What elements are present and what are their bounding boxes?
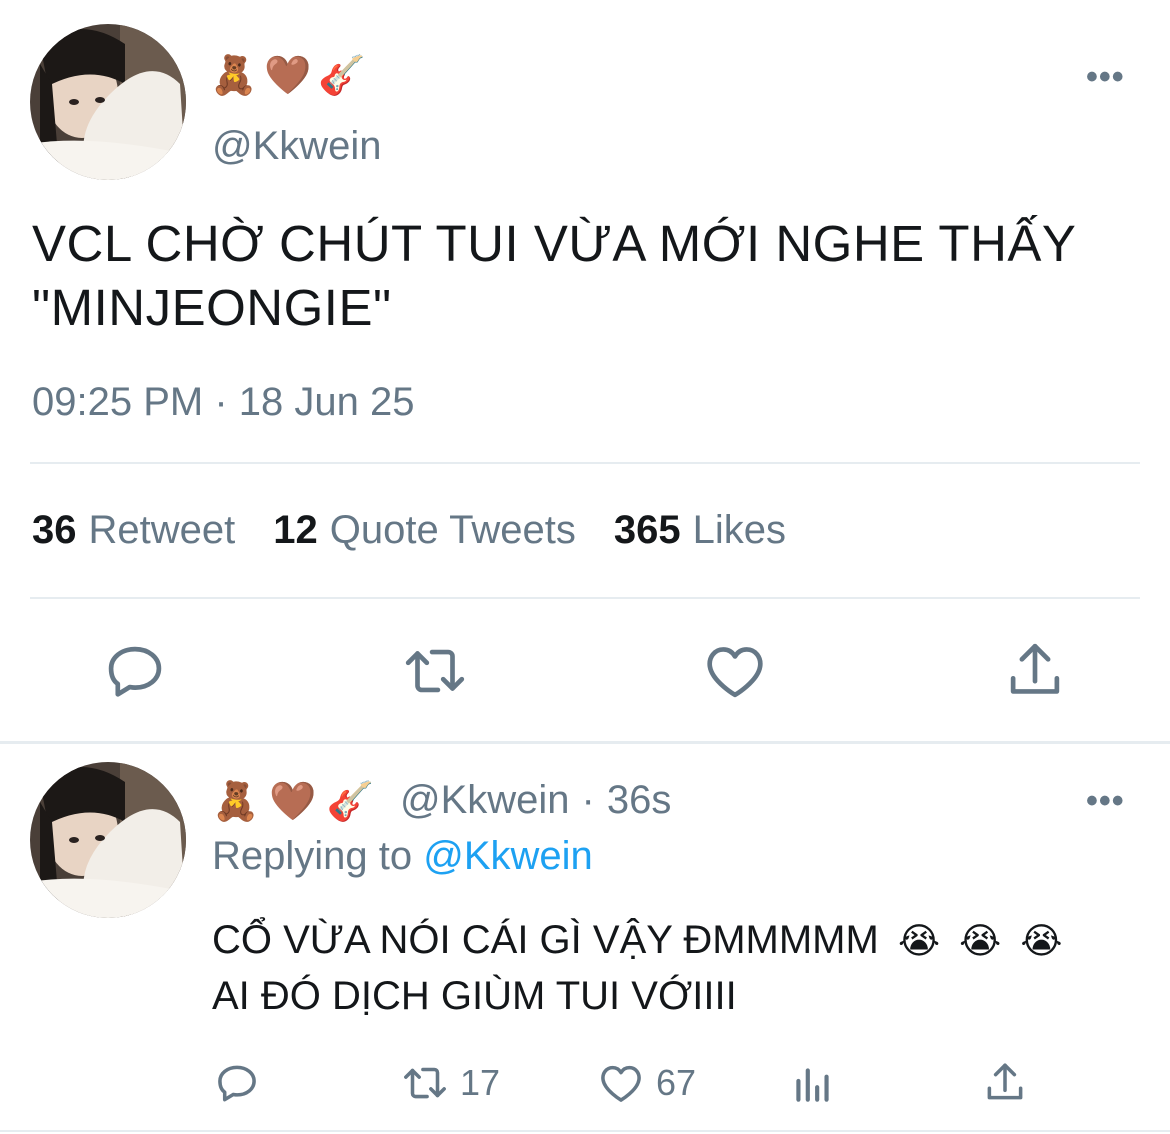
replying-mention-link[interactable]: @Kkwein	[423, 834, 593, 878]
share-icon[interactable]	[1000, 636, 1070, 706]
replying-to: Replying to @Kkwein	[212, 834, 593, 879]
retweet-count: 36	[32, 508, 77, 552]
reply-author-handle[interactable]: @Kkwein	[400, 778, 570, 823]
like-icon	[601, 1065, 641, 1102]
reply-author-avatar[interactable]	[30, 762, 186, 918]
divider	[30, 597, 1140, 599]
more-options-icon[interactable]: •••	[1086, 60, 1125, 94]
likes-stat[interactable]: 365 Likes	[614, 508, 786, 553]
section-divider	[0, 741, 1170, 744]
crying-emoji: 😭	[1020, 921, 1063, 962]
reply-action[interactable]	[212, 1058, 262, 1108]
display-name-emoji-heart: 🤎	[269, 778, 317, 823]
display-name-emoji-bear: 🧸	[210, 53, 258, 97]
crying-emoji: 😭	[959, 921, 1002, 962]
reply-text-line: CỔ VỪA NÓI CÁI GÌ VẬY ĐMMMMM 😭 😭 😭	[212, 912, 1132, 968]
reply-age[interactable]: 36s	[607, 778, 672, 823]
crying-emoji: 😭	[897, 921, 941, 962]
retweet-icon[interactable]	[400, 636, 470, 706]
like-count: 67	[656, 1062, 697, 1103]
likes-count: 365	[613, 508, 681, 552]
author-avatar[interactable]	[30, 24, 186, 180]
likes-label: Likes	[692, 508, 786, 552]
analytics-action[interactable]	[788, 1058, 838, 1108]
quote-stat[interactable]: 12 Quote Tweets	[273, 508, 576, 553]
retweet-icon	[404, 1067, 446, 1099]
display-name-emoji-bear: 🧸	[212, 778, 260, 823]
display-name-emoji-guitar: 🎸	[318, 53, 366, 97]
quote-label: Quote Tweets	[329, 508, 576, 552]
share-action[interactable]	[980, 1058, 1030, 1108]
meta-separator: ·	[581, 778, 595, 822]
reply-header: 🧸 🤎 🎸 @Kkwein · 36s	[212, 778, 671, 823]
tweet-timestamp[interactable]: 09:25 PM · 18 Jun 25	[32, 380, 414, 425]
bottom-divider	[0, 1130, 1170, 1132]
like-action[interactable]: 67	[596, 1058, 696, 1108]
reply-text: CỔ VỪA NÓI CÁI GÌ VẬY ĐMMMMM 😭 😭 😭 AI ĐÓ…	[212, 912, 1132, 1024]
display-name-emoji-guitar: 🎸	[326, 778, 374, 823]
engagement-stats: 36 Retweet 12 Quote Tweets 365 Likes	[32, 508, 786, 553]
author-handle[interactable]: @Kkwein	[212, 124, 382, 169]
retweet-action[interactable]: 17	[400, 1058, 500, 1108]
retweet-stat[interactable]: 36 Retweet	[32, 508, 235, 553]
reply-text-line1: CỔ VỪA NÓI CÁI GÌ VẬY ĐMMMMM	[212, 918, 879, 962]
share-icon	[987, 1063, 1023, 1100]
reply-icon	[218, 1065, 256, 1102]
retweet-label: Retweet	[88, 508, 236, 552]
replying-prefix: Replying to	[212, 834, 413, 878]
like-icon[interactable]	[700, 636, 770, 706]
analytics-icon	[796, 1068, 829, 1102]
tweet-text-line: "MINJEONGIE"	[32, 279, 392, 336]
reply-text-line2: AI ĐÓ DỊCH GIÙM TUI VỚIIII	[212, 974, 737, 1018]
tweet-text: VCL CHỜ CHÚT TUI VỪA MỚI NGHE THẤY "MINJ…	[32, 212, 1142, 340]
more-options-icon[interactable]: •••	[1086, 784, 1125, 818]
quote-count: 12	[273, 508, 318, 552]
tweet-text-line: VCL CHỜ CHÚT TUI VỪA MỚI NGHE THẤY	[32, 215, 1077, 272]
reply-icon[interactable]	[100, 636, 170, 706]
divider	[30, 462, 1140, 464]
display-name-emoji-heart: 🤎	[264, 53, 312, 97]
retweet-count: 17	[460, 1062, 501, 1103]
